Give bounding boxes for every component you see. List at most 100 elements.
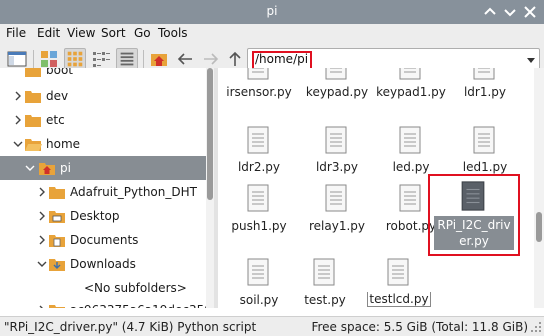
forward-arrow-icon[interactable] (200, 48, 222, 70)
file-item[interactable]: ldr2.py (222, 124, 296, 182)
menu-tools[interactable]: Tools (158, 26, 188, 40)
file-item[interactable]: relay1.py (300, 182, 374, 240)
tree-item-label: Documents (70, 233, 139, 247)
chevron-right-icon[interactable] (36, 204, 48, 228)
menu-view[interactable]: View (67, 26, 95, 40)
close-icon[interactable] (522, 4, 538, 20)
folder-open-icon (25, 139, 42, 151)
chevron-down-icon[interactable] (12, 132, 24, 156)
menu-sort[interactable]: Sort (101, 26, 126, 40)
tree-item-boot[interactable]: boot (0, 68, 206, 82)
text-file-icon (247, 184, 269, 212)
chevron-right-icon[interactable] (12, 84, 24, 108)
up-arrow-icon[interactable] (224, 48, 246, 70)
file-name-line2: er.py (459, 234, 489, 248)
text-file-icon (313, 258, 335, 286)
file-name: push1.py (231, 219, 287, 233)
file-item[interactable]: ldr1.py (448, 68, 522, 108)
tree-item-adafruit[interactable]: Adafruit_Python_DHT (0, 180, 206, 204)
text-file-icon (399, 184, 421, 212)
tree-item-label: Adafruit_Python_DHT (70, 185, 197, 199)
list-view-icon[interactable] (116, 48, 138, 70)
chevron-right-icon[interactable] (12, 108, 24, 132)
menu-go[interactable]: Go (134, 26, 151, 40)
file-item[interactable]: soil.py (222, 256, 296, 308)
folder-icon (25, 91, 41, 103)
folder-icon (25, 68, 41, 77)
path-input[interactable]: /home/pi (255, 52, 308, 66)
minimize-icon[interactable] (482, 4, 498, 20)
file-name: irsensor.py (226, 85, 292, 99)
chevron-right-icon[interactable] (36, 180, 48, 204)
text-file-icon (473, 126, 495, 154)
tree-item-label: etc (46, 113, 65, 127)
maximize-icon[interactable] (502, 4, 518, 20)
file-name: ldr3.py (315, 160, 359, 174)
tree-item-pi[interactable]: pi (0, 156, 206, 180)
tree-item-desktop[interactable]: Desktop (0, 204, 206, 228)
text-file-icon (247, 126, 269, 154)
chevron-right-icon[interactable] (36, 298, 48, 308)
file-item[interactable]: keypad1.py (374, 68, 448, 108)
tree-item-hash-folder[interactable]: ac963375a6a19dec350 (0, 298, 212, 308)
title-bar: pi (0, 0, 544, 24)
tree-item-label: pi (60, 161, 71, 175)
sidebar-scrollbar[interactable] (206, 68, 214, 308)
directory-tree: boot dev etc home pi Adafruit_Python_DHT… (0, 68, 214, 308)
icon-view-icon[interactable] (64, 48, 86, 70)
path-dropdown-icon[interactable] (527, 58, 535, 63)
file-grid-scroll-thumb[interactable] (536, 212, 542, 242)
menu-bar: File Edit View Sort Go Tools (0, 24, 544, 44)
tree-item-documents[interactable]: Documents (0, 228, 206, 252)
new-window-icon[interactable] (6, 48, 28, 70)
file-item[interactable]: ldr3.py (300, 124, 374, 182)
tree-item-etc[interactable]: etc (0, 108, 206, 132)
text-file-icon (247, 68, 269, 80)
tree-item-dev[interactable]: dev (0, 84, 206, 108)
documents-folder-icon (49, 235, 65, 247)
file-item[interactable]: test.py (288, 256, 362, 308)
text-file-icon (387, 258, 409, 286)
menu-edit[interactable]: Edit (37, 26, 60, 40)
file-item[interactable]: keypad.py (300, 68, 374, 108)
file-name: keypad.py (305, 85, 369, 99)
resize-grip-icon[interactable] (530, 321, 542, 333)
file-item[interactable]: push1.py (222, 182, 296, 240)
tree-item-downloads[interactable]: Downloads (0, 252, 206, 276)
file-name: led1.py (462, 160, 508, 174)
text-file-icon (247, 258, 269, 286)
downloads-folder-icon (49, 259, 65, 271)
chevron-down-icon[interactable] (36, 252, 48, 276)
file-grid-scrollbar[interactable] (534, 68, 544, 308)
tree-item-label: boot (46, 68, 74, 77)
chevron-down-icon[interactable] (24, 156, 36, 180)
toolbar-separator (33, 50, 34, 70)
text-file-icon (399, 68, 421, 80)
folder-icon (49, 187, 65, 199)
folder-icon (49, 305, 65, 308)
desktop-folder-icon (49, 211, 65, 223)
file-name: led.py (392, 160, 430, 174)
menu-file[interactable]: File (6, 26, 26, 40)
sidebar-scroll-thumb[interactable] (207, 68, 213, 200)
back-arrow-icon[interactable] (174, 48, 196, 70)
tree-item-label: Desktop (70, 209, 120, 223)
free-space-info: Free space: 5.5 GiB (Total: 11.8 GiB) (311, 320, 528, 334)
chevron-right-icon[interactable] (36, 228, 48, 252)
file-name: relay1.py (308, 219, 365, 233)
file-name: test.py (304, 293, 346, 307)
file-name: testlcd.py (367, 292, 431, 307)
file-name: ldr1.py (463, 85, 507, 99)
tree-item-label: dev (46, 89, 69, 103)
text-file-icon (399, 126, 421, 154)
text-file-icon (461, 181, 485, 211)
file-item[interactable]: irsensor.py (222, 68, 296, 108)
status-bar: "RPi_I2C_driver.py" (4.7 KiB) Python scr… (0, 316, 544, 336)
file-item[interactable]: testlcd.py (362, 256, 436, 308)
home-icon[interactable] (148, 48, 170, 70)
compact-view-icon[interactable] (90, 48, 112, 70)
file-item-selected[interactable]: RPi_I2C_driv er.py (432, 178, 516, 252)
text-file-icon (325, 68, 347, 80)
thumbnail-view-icon[interactable] (38, 48, 60, 70)
tree-item-home[interactable]: home (0, 132, 206, 156)
